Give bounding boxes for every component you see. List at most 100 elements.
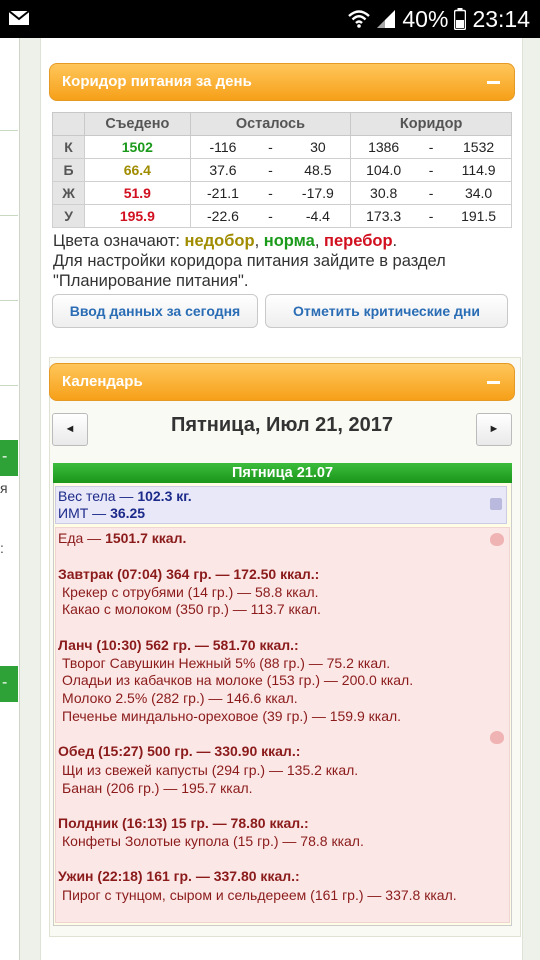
legend-separator: ,	[254, 232, 264, 250]
legend-end: .	[392, 232, 398, 250]
weight-line: Вес тела — 102.3 кг.	[58, 488, 506, 505]
wifi-icon	[348, 10, 371, 28]
meal-item: Щи из свежей капусты (294 гр.) — 135.2 к…	[62, 762, 359, 778]
meal-header: Ланч (10:30) 562 гр. — 581.70 ккал.:	[58, 637, 299, 653]
eaten-value: 66.4	[84, 158, 191, 182]
meal-item: Молоко 2.5% (282 гр.) — 146.6 ккал.	[62, 690, 298, 706]
meal-item: Конфеты Золотые купола (15 гр.) — 78.8 к…	[62, 833, 364, 849]
apple-icon	[490, 533, 504, 546]
scale-icon	[490, 498, 502, 510]
enter-today-button[interactable]: Ввод данных за сегодня	[52, 294, 258, 328]
corridor-from: 1386	[350, 135, 417, 159]
meal-item: Оладьи из кабачков на молоке (153 гр.) —…	[62, 672, 414, 688]
table-row: Ж 51.9 -21.1 - -17.9 30.8 - 34.0	[51, 181, 513, 205]
corridor-from: 173.3	[350, 204, 417, 228]
collapse-icon[interactable]	[487, 81, 500, 84]
left-from: -21.1	[189, 181, 256, 205]
weight-label: Вес тела —	[58, 488, 138, 504]
mail-icon	[8, 10, 30, 25]
battery-icon	[454, 8, 467, 30]
bmi-line: ИМТ — 36.25	[58, 505, 506, 522]
calendar-panel-header[interactable]: Календарь	[49, 363, 515, 401]
left-to: -17.9	[285, 181, 352, 205]
meal-item: Пирог с тунцом, сыром и сельдереем (161 …	[62, 887, 457, 903]
table-header-corridor: Коридор	[350, 112, 512, 136]
range-dash: -	[255, 135, 286, 159]
left-sidebar-fragment	[0, 38, 20, 960]
prev-day-button[interactable]: ◄	[52, 413, 88, 446]
legend-over: перебор	[324, 232, 393, 250]
meal-header: Ужин (22:18) 161 гр. — 337.80 ккал.:	[58, 868, 300, 884]
corridor-panel-title: Коридор питания за день	[62, 73, 252, 90]
food-total-line: Еда — 1501.7 ккал.	[58, 530, 186, 547]
divider	[0, 215, 18, 216]
food-entry[interactable]: Еда — 1501.7 ккал. Завтрак (07:04) 364 г…	[55, 527, 510, 923]
eaten-value: 195.9	[84, 204, 191, 228]
mark-critical-days-button[interactable]: Отметить критические дни	[265, 294, 508, 328]
bmi-label: ИМТ —	[58, 505, 111, 521]
meal-header: Обед (15:27) 500 гр. — 330.90 ккал.:	[58, 743, 301, 759]
legend-line: Цвета означают: недобор, норма, перебор.	[53, 231, 518, 251]
status-bar: 40% 23:14	[0, 0, 540, 38]
side-tab[interactable]: -	[0, 666, 18, 702]
collapse-icon[interactable]	[487, 381, 500, 384]
corridor-to: 34.0	[446, 181, 513, 205]
battery-percent: 40%	[402, 5, 449, 32]
corridor-from: 30.8	[350, 181, 417, 205]
nutrient-letter: Б	[51, 158, 86, 182]
corridor-table: Съедено Осталось Коридор К 1502 -116 - 3…	[51, 112, 513, 228]
left-from: -22.6	[189, 204, 256, 228]
table-row: У 195.9 -22.6 - -4.4 173.3 - 191.5	[51, 204, 513, 228]
settings-hint-link: "Планирование питания".	[53, 272, 249, 290]
table-row: Б 66.4 37.6 - 48.5 104.0 - 114.9	[51, 158, 513, 182]
food-total: 1501.7 ккал.	[105, 530, 187, 546]
left-from: 37.6	[189, 158, 256, 182]
table-header-corner	[51, 112, 86, 136]
signal-icon	[377, 10, 396, 28]
side-tab[interactable]: -	[0, 440, 18, 476]
table-header-left: Осталось	[189, 112, 352, 136]
calendar-date-title: Пятница, Июл 21, 2017	[170, 414, 394, 436]
legend-norm: норма	[263, 232, 315, 250]
weight-entry[interactable]: Вес тела — 102.3 кг. ИМТ — 36.25	[55, 486, 507, 524]
nutrient-letter: К	[51, 135, 86, 159]
nutrient-letter: Ж	[51, 181, 86, 205]
meal-item: Банан (206 гр.) — 195.7 ккал.	[62, 780, 253, 796]
legend-separator: ,	[314, 232, 325, 250]
meal-header: Завтрак (07:04) 364 гр. — 172.50 ккал.:	[58, 566, 320, 582]
next-day-button[interactable]: ►	[476, 413, 512, 446]
range-dash: -	[255, 158, 286, 182]
left-from: -116	[189, 135, 256, 159]
eaten-value: 51.9	[84, 181, 191, 205]
corridor-to: 191.5	[446, 204, 513, 228]
divider	[0, 385, 18, 386]
color-legend: Цвета означают: недобор, норма, перебор.…	[53, 231, 518, 291]
meal-item: Какао с молоком (350 гр.) — 113.7 ккал.	[62, 601, 321, 617]
nutrient-letter: У	[51, 204, 86, 228]
range-dash: -	[255, 181, 286, 205]
corridor-to: 114.9	[446, 158, 513, 182]
meal-header: Полдник (16:13) 15 гр. — 78.80 ккал.:	[58, 815, 309, 831]
clock: 23:14	[472, 5, 530, 32]
apple-icon	[490, 731, 504, 744]
range-dash: -	[255, 204, 286, 228]
divider	[0, 130, 18, 131]
corridor-panel-header[interactable]: Коридор питания за день	[49, 63, 515, 101]
side-fragment-text: я	[0, 480, 8, 496]
side-fragment-text: :	[0, 540, 4, 556]
day-header[interactable]: Пятница 21.07	[53, 463, 512, 483]
table-row: К 1502 -116 - 30 1386 - 1532	[51, 135, 513, 159]
bmi-value: 36.25	[110, 505, 146, 521]
range-dash: -	[416, 135, 447, 159]
left-to: -4.4	[285, 204, 352, 228]
arrow-right-icon: ►	[488, 423, 500, 435]
left-to: 48.5	[285, 158, 352, 182]
range-dash: -	[416, 158, 447, 182]
meal-item: Творог Савушкин Нежный 5% (88 гр.) — 75.…	[62, 655, 391, 671]
legend-under: недобор	[184, 232, 255, 250]
arrow-left-icon: ◄	[64, 423, 76, 435]
weight-value: 102.3 кг.	[137, 488, 192, 504]
corridor-from: 104.0	[350, 158, 417, 182]
divider	[0, 300, 18, 301]
legend-prefix: Цвета означают:	[53, 232, 185, 250]
